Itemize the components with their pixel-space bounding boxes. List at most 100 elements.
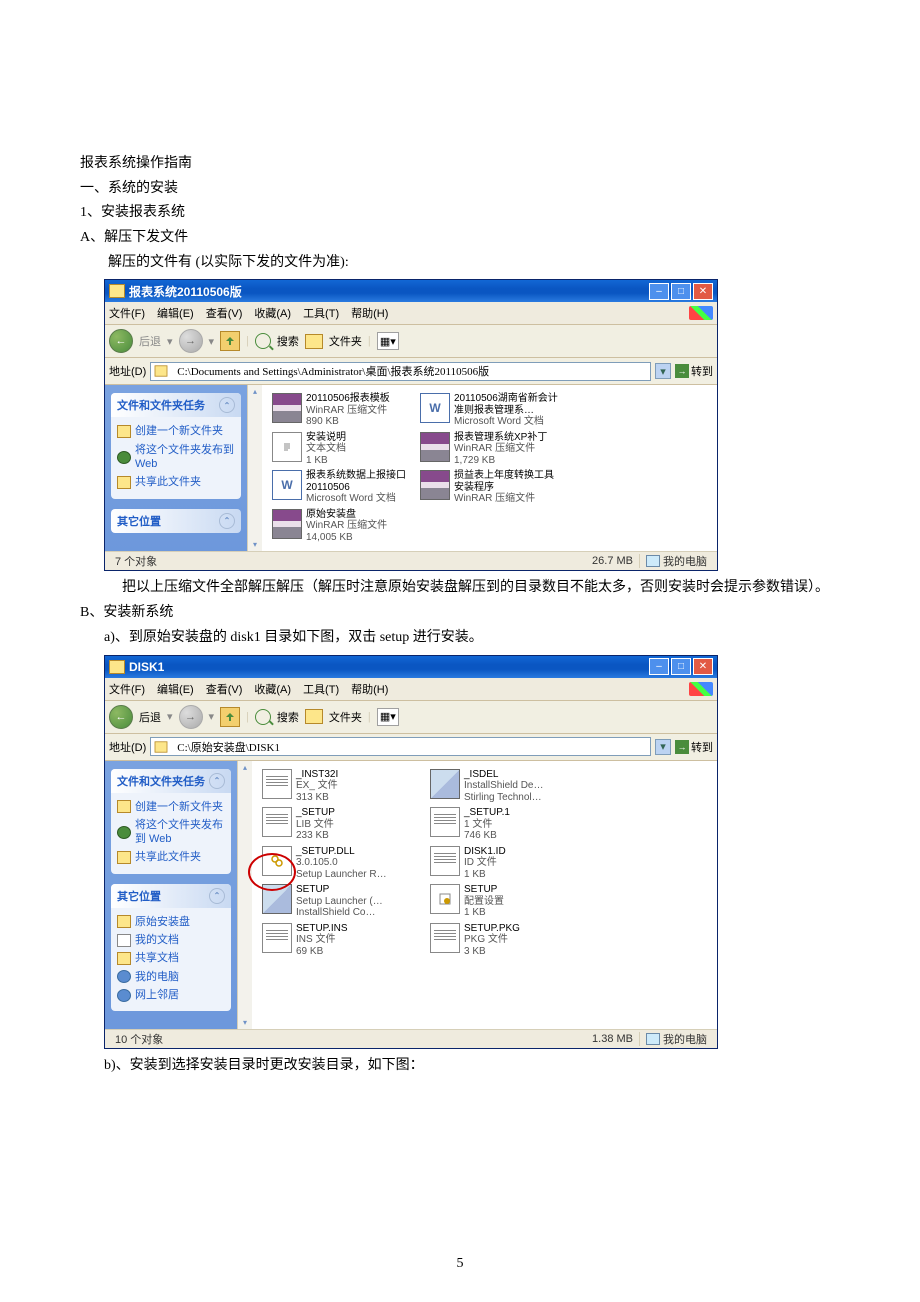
computer-icon bbox=[646, 555, 660, 567]
place-shared[interactable]: 共享文档 bbox=[117, 949, 225, 967]
maximize-button[interactable]: □ bbox=[671, 658, 691, 675]
up-button[interactable] bbox=[220, 331, 240, 351]
file-item[interactable]: 20110506报表模板WinRAR 压缩文件890 KB bbox=[268, 391, 416, 430]
file-size: 233 KB bbox=[296, 830, 335, 842]
scrollbar[interactable]: ▴▾ bbox=[237, 761, 252, 1030]
menu-view[interactable]: 查看(V) bbox=[206, 681, 243, 697]
address-field[interactable]: C:\原始安装盘\DISK1 bbox=[150, 737, 651, 756]
task-new-folder[interactable]: 创建一个新文件夹 bbox=[117, 798, 225, 816]
titlebar[interactable]: DISK1 ‒ □ ✕ bbox=[105, 656, 717, 678]
line-a: A、解压下发文件 bbox=[80, 227, 840, 249]
back-button[interactable]: ← bbox=[109, 705, 133, 729]
file-meta: WinRAR 压缩文件 bbox=[306, 520, 387, 532]
place-mycomputer[interactable]: 我的电脑 bbox=[117, 968, 225, 986]
close-button[interactable]: ✕ bbox=[693, 658, 713, 675]
file-name: 损益表上年度转换工具安装程序 bbox=[454, 470, 560, 493]
file-name: SETUP.INS bbox=[296, 923, 348, 935]
menu-file[interactable]: 文件(F) bbox=[109, 305, 145, 321]
forward-button[interactable]: → bbox=[179, 705, 203, 729]
address-dropdown[interactable]: ▾ bbox=[655, 739, 671, 755]
file-item[interactable]: SETUP.PKGPKG 文件3 KB bbox=[426, 921, 594, 960]
file-meta: WinRAR 压缩文件 bbox=[306, 405, 390, 417]
menu-edit[interactable]: 编辑(E) bbox=[157, 305, 194, 321]
back-button[interactable]: ← bbox=[109, 329, 133, 353]
task-publish[interactable]: 将这个文件夹发布到 Web bbox=[117, 441, 235, 474]
file-size: 1,729 KB bbox=[454, 455, 547, 467]
file-item[interactable]: _INST32IEX_ 文件313 KB bbox=[258, 767, 426, 806]
address-dropdown[interactable]: ▾ bbox=[655, 363, 671, 379]
task-share[interactable]: 共享此文件夹 bbox=[117, 848, 225, 866]
file-name: _ISDEL bbox=[464, 769, 543, 781]
forward-button[interactable]: → bbox=[179, 329, 203, 353]
minimize-button[interactable]: ‒ bbox=[649, 283, 669, 300]
menu-help[interactable]: 帮助(H) bbox=[351, 681, 388, 697]
place-network[interactable]: 网上邻居 bbox=[117, 986, 225, 1004]
file-item[interactable]: 原始安装盘WinRAR 压缩文件14,005 KB bbox=[268, 507, 416, 546]
menu-edit[interactable]: 编辑(E) bbox=[157, 681, 194, 697]
menu-help[interactable]: 帮助(H) bbox=[351, 305, 388, 321]
file-name: 20110506湖南省新会计准则报表管理系… bbox=[454, 393, 560, 416]
task-new-folder[interactable]: 创建一个新文件夹 bbox=[117, 422, 235, 440]
file-item[interactable]: _SETUPLIB 文件233 KB bbox=[258, 805, 426, 844]
scrollbar[interactable]: ▴▾ bbox=[247, 385, 262, 551]
addressbar: 地址(D) C:\原始安装盘\DISK1 ▾ →转到 bbox=[105, 734, 717, 761]
collapse-icon[interactable]: ⌃ bbox=[219, 397, 235, 413]
menu-tools[interactable]: 工具(T) bbox=[303, 305, 339, 321]
address-field[interactable]: C:\Documents and Settings\Administrator\… bbox=[150, 362, 651, 381]
minimize-button[interactable]: ‒ bbox=[649, 658, 669, 675]
menubar: 文件(F) 编辑(E) 查看(V) 收藏(A) 工具(T) 帮助(H) bbox=[105, 678, 717, 701]
file-item[interactable]: 损益表上年度转换工具安装程序WinRAR 压缩文件 bbox=[416, 468, 564, 507]
back-label: 后退 bbox=[139, 333, 161, 349]
task-publish[interactable]: 将这个文件夹发布到 Web bbox=[117, 816, 225, 849]
file-size: Stirling Technol… bbox=[464, 792, 543, 804]
titlebar[interactable]: 报表系统20110506版 ‒ □ ✕ bbox=[105, 280, 717, 302]
folders-button[interactable]: 文件夹 bbox=[329, 333, 362, 349]
file-item[interactable]: SETUP配置设置1 KB bbox=[426, 882, 594, 921]
file-item[interactable]: _SETUP.DLL3.0.105.0Setup Launcher R… bbox=[258, 844, 426, 883]
maximize-button[interactable]: □ bbox=[671, 283, 691, 300]
line-b: B、安装新系统 bbox=[80, 602, 840, 624]
views-button[interactable]: ▦▾ bbox=[377, 332, 399, 350]
up-button[interactable] bbox=[220, 707, 240, 727]
menu-file[interactable]: 文件(F) bbox=[109, 681, 145, 697]
search-icon bbox=[255, 333, 271, 349]
rar-icon bbox=[420, 470, 450, 500]
address-path: C:\Documents and Settings\Administrator\… bbox=[177, 363, 489, 379]
word-icon: W bbox=[272, 470, 302, 500]
folders-button[interactable]: 文件夹 bbox=[329, 709, 362, 725]
place-mydocs[interactable]: 我的文档 bbox=[117, 931, 225, 949]
window-title: DISK1 bbox=[129, 660, 649, 674]
menu-tools[interactable]: 工具(T) bbox=[303, 681, 339, 697]
file-size: 14,005 KB bbox=[306, 532, 387, 544]
file-item[interactable]: W报表系统数据上报接口20110506Microsoft Word 文档 bbox=[268, 468, 416, 507]
file-item[interactable]: _SETUP.11 文件746 KB bbox=[426, 805, 594, 844]
search-button[interactable]: 搜索 bbox=[277, 333, 299, 349]
place-origdisk[interactable]: 原始安装盘 bbox=[117, 913, 225, 931]
file-meta: 1 文件 bbox=[464, 819, 510, 831]
close-button[interactable]: ✕ bbox=[693, 283, 713, 300]
file-name: 报表管理系统XP补丁 bbox=[454, 432, 547, 444]
go-button[interactable]: →转到 bbox=[675, 739, 713, 755]
go-button[interactable]: →转到 bbox=[675, 363, 713, 379]
task-share[interactable]: 共享此文件夹 bbox=[117, 473, 235, 491]
file-item[interactable]: 报表管理系统XP补丁WinRAR 压缩文件1,729 KB bbox=[416, 430, 564, 469]
file-item[interactable]: SETUP.INSINS 文件69 KB bbox=[258, 921, 426, 960]
search-button[interactable]: 搜索 bbox=[277, 709, 299, 725]
collapse-icon[interactable]: ⌃ bbox=[209, 888, 225, 904]
file-item[interactable]: 安装说明文本文档1 KB bbox=[268, 430, 416, 469]
menu-fav[interactable]: 收藏(A) bbox=[254, 305, 291, 321]
file-item[interactable]: W20110506湖南省新会计准则报表管理系…Microsoft Word 文档 bbox=[416, 391, 564, 430]
collapse-icon[interactable]: ⌃ bbox=[209, 773, 225, 789]
folders-icon bbox=[305, 334, 323, 349]
file-item[interactable]: DISK1.IDID 文件1 KB bbox=[426, 844, 594, 883]
menu-view[interactable]: 查看(V) bbox=[206, 305, 243, 321]
collapse-icon[interactable]: ⌃ bbox=[219, 513, 235, 529]
menu-fav[interactable]: 收藏(A) bbox=[254, 681, 291, 697]
views-button[interactable]: ▦▾ bbox=[377, 708, 399, 726]
file-item[interactable]: SETUPSetup Launcher (…InstallShield Co… bbox=[258, 882, 426, 921]
file-item[interactable]: _ISDELInstallShield De…Stirling Technol… bbox=[426, 767, 594, 806]
windows-logo-icon bbox=[689, 306, 713, 320]
file-name: _SETUP bbox=[296, 807, 335, 819]
folder-icon bbox=[155, 366, 168, 377]
file-meta: WinRAR 压缩文件 bbox=[454, 493, 560, 505]
